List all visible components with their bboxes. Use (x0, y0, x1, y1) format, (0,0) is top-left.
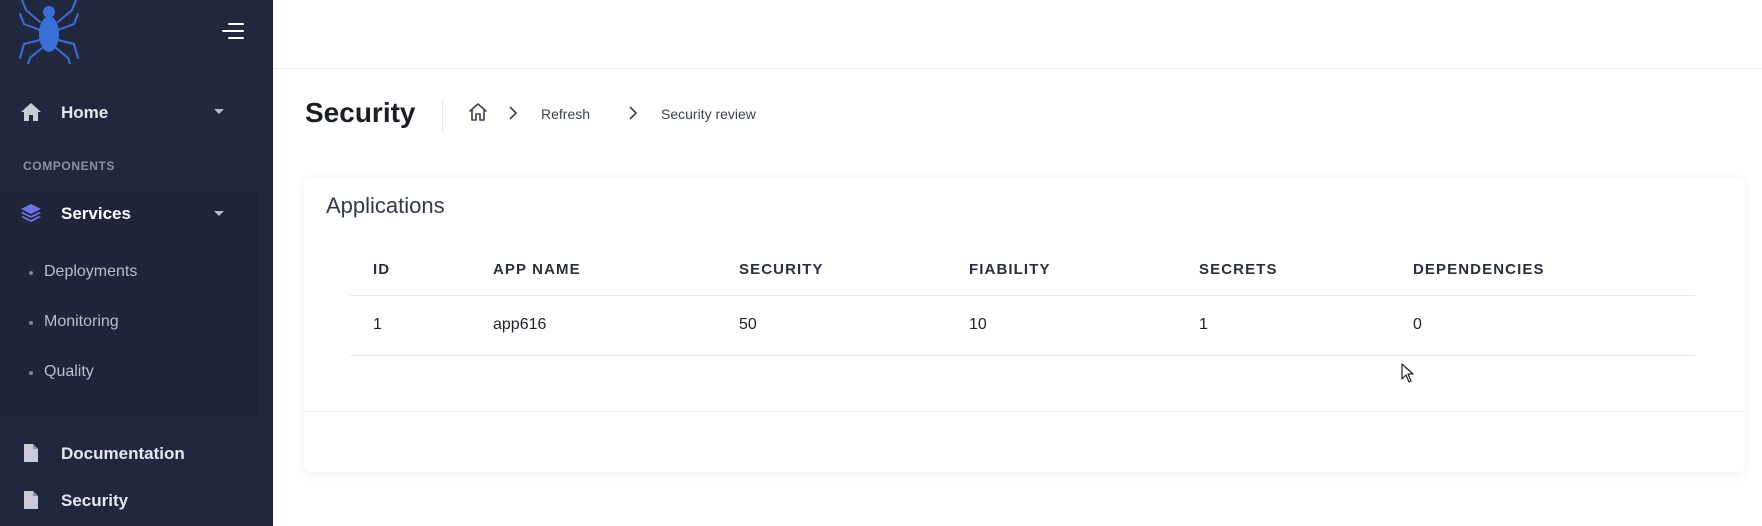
applications-card: Applications ID APP NAME SECURITY FIABIL… (304, 178, 1745, 472)
card-title: Applications (326, 193, 445, 218)
toggle-bar (222, 30, 244, 32)
column-header: SECURITY (739, 261, 824, 278)
sidebar-item-services[interactable]: Services (0, 192, 258, 236)
chevron-right-icon (627, 105, 639, 121)
sidebar-subitem-label: Quality (44, 363, 94, 380)
column-header: APP NAME (493, 261, 581, 278)
bullet-icon (29, 371, 33, 375)
table-cell-dependencies: 0 (1413, 316, 1422, 333)
sidebar-section-label: COMPONENTS (23, 159, 116, 173)
breadcrumb-item[interactable]: Refresh (541, 106, 590, 122)
column-header: ID (373, 261, 391, 278)
divider (442, 100, 443, 132)
sidebar-item-label: Security (61, 491, 129, 510)
mouse-cursor-icon (1401, 363, 1415, 383)
page-title: Security (305, 97, 416, 128)
divider (350, 355, 1695, 356)
table-cell-fiability: 10 (969, 316, 987, 333)
breadcrumb-item[interactable]: Security review (661, 106, 756, 122)
sidebar-item-label: Home (61, 103, 109, 122)
column-header: DEPENDENCIES (1413, 261, 1545, 278)
top-bar (273, 0, 1762, 69)
table-cell-id: 1 (373, 316, 382, 333)
spider-logo-icon[interactable] (18, 0, 80, 65)
divider (304, 411, 1745, 412)
table-cell-secrets: 1 (1199, 316, 1208, 333)
table-cell-security: 50 (739, 316, 757, 333)
sidebar-subitem-label: Monitoring (44, 313, 119, 330)
menu-toggle-icon[interactable] (220, 22, 244, 42)
column-header: FIABILITY (969, 261, 1051, 278)
bullet-icon (29, 271, 33, 275)
chevron-down-icon (214, 211, 224, 216)
layers-icon (20, 203, 42, 223)
chevron-right-icon (507, 105, 519, 121)
home-icon (20, 102, 42, 122)
divider (350, 295, 1695, 296)
sidebar-item-label: Documentation (61, 444, 185, 463)
bullet-icon (29, 321, 33, 325)
toggle-bar (228, 23, 244, 25)
chevron-down-icon (214, 109, 224, 114)
toggle-bar (228, 37, 244, 39)
sidebar-subitem-label: Deployments (44, 263, 138, 280)
sidebar-item-label: Services (61, 204, 131, 223)
sidebar-subitem-deployments[interactable]: Deployments (0, 254, 258, 290)
file-icon (22, 443, 44, 463)
sidebar-subitem-monitoring[interactable]: Monitoring (0, 304, 258, 340)
sidebar-item-home[interactable]: Home (0, 92, 273, 132)
services-submenu: Services Deployments Monitoring Quality (0, 192, 258, 416)
file-icon (22, 490, 44, 510)
sidebar-subitem-quality[interactable]: Quality (0, 354, 258, 390)
sidebar-item-security[interactable]: Security (0, 480, 273, 520)
sidebar: Home COMPONENTS Services Deployments Mon… (0, 0, 273, 526)
sidebar-item-documentation[interactable]: Documentation (0, 433, 273, 473)
table-row[interactable] (350, 297, 1695, 355)
home-outline-icon[interactable] (467, 101, 489, 123)
table-cell-app-name: app616 (493, 316, 547, 333)
column-header: SECRETS (1199, 261, 1278, 278)
main-content: Security Refresh Security review Applica… (273, 0, 1762, 526)
